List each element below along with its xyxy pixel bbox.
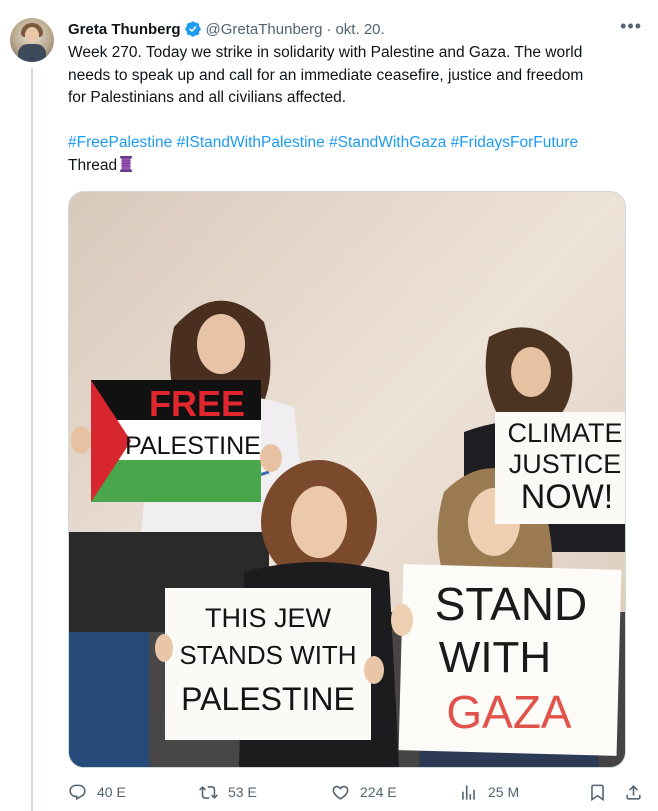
hashtag-line: #FreePalestine #IStandWithPalestine #Sta… xyxy=(68,132,648,155)
reply-icon xyxy=(69,784,86,800)
sign-text-gaza: GAZA xyxy=(446,686,572,738)
author-handle[interactable]: @GretaThunberg xyxy=(206,21,323,38)
sign-text-palestine-2: PALESTINE xyxy=(181,681,355,717)
bookmark-button[interactable] xyxy=(588,778,617,806)
separator-dot: · xyxy=(326,20,332,38)
tweet-actions: 40 E 53 E 224 E 25 M xyxy=(68,778,648,806)
tweet-header: Greta Thunberg @GretaThunberg · okt. 20.… xyxy=(68,17,642,40)
sign-free-palestine: FREE PALESTINE xyxy=(91,380,261,502)
thread-line-text: Thread xyxy=(68,155,648,178)
tweet-text: Week 270. Today we strike in solidarity … xyxy=(68,42,648,177)
tweet-date[interactable]: okt. 20. xyxy=(335,21,384,38)
sign-climate-justice: CLIMATE JUSTICE NOW! xyxy=(495,412,625,524)
hashtag-link[interactable]: #IStandWithPalestine xyxy=(177,134,325,151)
tweet: Greta Thunberg @GretaThunberg · okt. 20.… xyxy=(0,0,658,811)
views-chart-icon xyxy=(462,784,475,800)
sign-text-justice: JUSTICE xyxy=(509,449,622,479)
thread-label: Thread xyxy=(68,156,118,174)
reply-button[interactable]: 40 E xyxy=(68,778,126,806)
heart-icon xyxy=(332,785,349,800)
share-icon xyxy=(626,784,641,800)
author-name[interactable]: Greta Thunberg xyxy=(68,21,181,38)
sign-text-palestine: PALESTINE xyxy=(125,432,261,460)
sign-text-now: NOW! xyxy=(521,478,614,516)
sign-text-stands-with: STANDS WITH xyxy=(179,640,356,670)
thread-emoji-icon xyxy=(119,155,133,173)
avatar[interactable] xyxy=(10,18,54,62)
sign-text-with: WITH xyxy=(439,633,551,682)
sign-stand-with-gaza: STAND WITH GAZA xyxy=(398,564,622,756)
views-count: 25 M xyxy=(488,784,520,800)
like-button[interactable]: 224 E xyxy=(331,778,397,806)
thread-line xyxy=(31,68,33,811)
retweet-icon xyxy=(199,785,218,799)
retweet-button[interactable]: 53 E xyxy=(199,778,257,806)
hashtag-link[interactable]: #FridaysForFuture xyxy=(451,134,578,151)
tweet-photo[interactable]: FREE PALESTINE CLIMATE JUSTICE NOW! THIS… xyxy=(68,191,626,768)
like-count: 224 E xyxy=(360,784,397,800)
bookmark-icon xyxy=(591,784,604,801)
reply-count: 40 E xyxy=(97,784,126,800)
hashtag-link[interactable]: #StandWithGaza xyxy=(329,134,446,151)
share-button[interactable] xyxy=(624,778,653,806)
tweet-text-line: needs to speak up and call for an immedi… xyxy=(68,66,584,84)
retweet-count: 53 E xyxy=(228,784,257,800)
sign-text-this-jew: THIS JEW xyxy=(205,603,332,633)
tweet-text-line: Week 270. Today we strike in solidarity … xyxy=(68,44,583,61)
sign-text-stand: STAND xyxy=(435,578,588,630)
verified-badge-icon[interactable] xyxy=(184,20,202,38)
tweet-text-line: for Palestinians and all civilians affec… xyxy=(68,89,347,106)
sign-text-climate: CLIMATE xyxy=(507,418,622,448)
more-options-icon[interactable]: ••• xyxy=(620,17,642,35)
hashtag-link[interactable]: #FreePalestine xyxy=(68,134,172,151)
sign-text-free: FREE xyxy=(149,383,245,424)
sign-this-jew: THIS JEW STANDS WITH PALESTINE xyxy=(165,588,371,740)
views-button[interactable]: 25 M xyxy=(459,778,519,806)
